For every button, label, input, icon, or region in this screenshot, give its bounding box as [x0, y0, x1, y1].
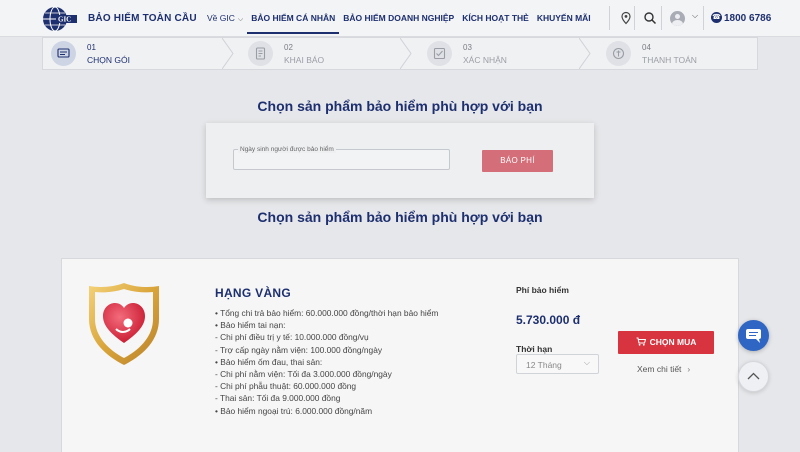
- chevron-down-icon: ⌵: [237, 16, 244, 23]
- term-selected-value: 12 Tháng: [526, 360, 562, 370]
- fee-label: Phí bảo hiểm: [516, 285, 569, 295]
- step-number: 01: [87, 43, 96, 52]
- term-select[interactable]: 12 Tháng ⌵: [516, 354, 599, 374]
- nav-item-label: BẢO HIỂM CÁ NHÂN: [251, 13, 336, 23]
- brand-name: BẢO HIỂM TOÀN CẦU: [88, 13, 197, 24]
- section-title: Chọn sản phẩm bảo hiểm phù hợp với bạn: [257, 209, 543, 225]
- step-label: KHAI BÁO: [284, 55, 325, 65]
- product-card: HẠNG VÀNG • Tổng chi trả bảo hiểm: 60.00…: [61, 258, 739, 452]
- phone-icon: ☎: [711, 12, 722, 23]
- quote-form-card: Ngày sinh người được bảo hiểm BÁO PHÍ: [206, 123, 594, 198]
- step-separator: [222, 38, 234, 69]
- form-icon: [248, 41, 273, 66]
- nav-item-about[interactable]: Về GIC ⌵: [203, 0, 247, 34]
- chat-button[interactable]: [738, 320, 769, 351]
- buy-button[interactable]: CHỌN MUA: [618, 331, 714, 354]
- step-label: CHỌN GÓI: [87, 55, 130, 65]
- nav-item-personal-insurance[interactable]: BẢO HIỂM CÁ NHÂN: [247, 0, 340, 34]
- search-icon[interactable]: [643, 11, 657, 25]
- step-label: XÁC NHẬN: [463, 55, 507, 65]
- benefit-item: • Bảo hiểm ngoại trú: 6.000.000 đồng/năm: [215, 405, 373, 416]
- scroll-to-top-button[interactable]: [738, 361, 769, 392]
- nav-item-label: Về GIC: [207, 13, 235, 23]
- chat-icon: [746, 329, 761, 343]
- gic-logo[interactable]: GIC: [42, 6, 78, 32]
- nav-item-business-insurance[interactable]: BẢO HIỂM DOANH NGHIỆP: [339, 0, 458, 34]
- payment-icon: [606, 41, 631, 66]
- term-label: Thời hạn: [516, 344, 553, 354]
- fee-value: 5.730.000 đ: [516, 313, 581, 327]
- view-details-link[interactable]: Xem chi tiết ›: [637, 364, 690, 374]
- step-number: 04: [642, 43, 651, 52]
- benefits-list: • Tổng chi trả bảo hiểm: 60.000.000 đồng…: [215, 307, 438, 417]
- svg-text:GIC: GIC: [58, 16, 71, 24]
- step-separator: [400, 38, 412, 69]
- package-icon: [51, 41, 76, 66]
- nav-item-promotions[interactable]: KHUYẾN MÃI: [533, 0, 595, 34]
- confirm-icon: [427, 41, 452, 66]
- benefit-item: - Chi phí nằm viện: Tối đa 3.000.000 đồn…: [215, 369, 392, 380]
- step-number: 03: [463, 43, 472, 52]
- step-payment: 04 THANH TOÁN: [598, 38, 777, 69]
- nav-item-label: KHUYẾN MÃI: [536, 13, 591, 23]
- chevron-down-icon[interactable]: ⌵: [692, 11, 698, 21]
- main-nav: Về GIC ⌵ BẢO HIỂM CÁ NHÂN BẢO HIỂM DOANH …: [203, 0, 595, 36]
- chevron-down-icon: ⌵: [583, 358, 590, 367]
- benefit-item: • Tổng chi trả bảo hiểm: 60.000.000 đồng…: [215, 308, 439, 318]
- page-title: Chọn sản phẩm bảo hiểm phù hợp với bạn: [257, 98, 543, 114]
- divider: [634, 6, 635, 30]
- step-label: THANH TOÁN: [642, 55, 697, 65]
- chevron-right-icon: ›: [687, 364, 691, 374]
- step-choose-package: 01 CHỌN GÓI: [43, 38, 222, 69]
- step-declare: 02 KHAI BÁO: [240, 38, 419, 69]
- buy-button-label: CHỌN MUA: [649, 337, 697, 347]
- plan-name: HẠNG VÀNG: [215, 286, 292, 300]
- divider: [703, 6, 704, 30]
- cart-icon: [636, 331, 646, 354]
- benefit-item: - Trợ cấp ngày nằm viện: 100.000 đồng/ng…: [215, 344, 383, 355]
- view-details-label: Xem chi tiết: [637, 364, 682, 374]
- chevron-up-icon: [747, 372, 760, 380]
- gold-shield-heart-icon: [89, 283, 159, 365]
- step-confirm: 03 XÁC NHẬN: [419, 38, 598, 69]
- divider: [609, 6, 610, 30]
- step-separator: [579, 38, 591, 69]
- dob-field-label: Ngày sinh người được bảo hiểm: [238, 146, 336, 153]
- get-quote-button[interactable]: BÁO PHÍ: [482, 150, 553, 172]
- benefit-item: - Chi phí điều trị y tế: 10.000.000 đồng…: [215, 332, 369, 343]
- hotline-number[interactable]: 1800 6786: [724, 13, 771, 24]
- benefit-item: - Thai sản: Tối đa 9.000.000 đồng: [215, 393, 341, 404]
- step-number: 02: [284, 43, 293, 52]
- nav-item-activate-card[interactable]: KÍCH HOẠT THẺ: [458, 0, 533, 34]
- site-header: GIC BẢO HIỂM TOÀN CẦU Về GIC ⌵ BẢO HIỂM C…: [0, 0, 800, 37]
- nav-item-label: BẢO HIỂM DOANH NGHIỆP: [343, 13, 455, 23]
- benefit-item: • Bảo hiểm tai nạn:: [215, 320, 286, 331]
- checkout-stepper: 01 CHỌN GÓI 02 KHAI BÁO 03 XÁC NHẬN 04 T…: [42, 37, 758, 70]
- nav-item-label: KÍCH HOẠT THẺ: [462, 13, 529, 23]
- benefit-item: • Bảo hiểm ốm đau, thai sản:: [215, 356, 323, 367]
- location-pin-icon[interactable]: [619, 11, 633, 25]
- divider: [661, 6, 662, 30]
- benefit-item: - Chi phí phẫu thuật: 60.000.000 đồng: [215, 381, 357, 392]
- user-avatar-icon[interactable]: [670, 11, 685, 26]
